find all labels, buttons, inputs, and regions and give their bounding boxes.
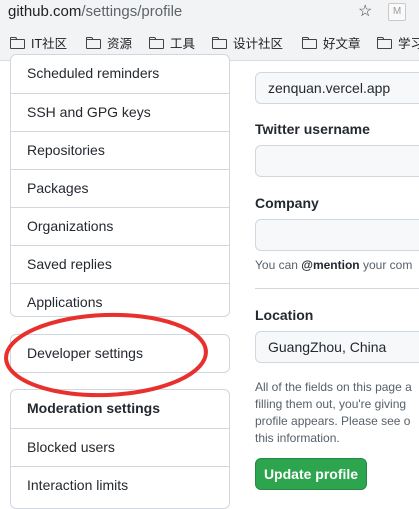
bookmark-label: 好文章 (323, 37, 361, 51)
url-field[interactable]: zenquan.vercel.app (255, 72, 419, 104)
folder-icon (86, 36, 101, 49)
location-field[interactable]: GuangZhou, China (255, 331, 419, 363)
folder-icon (212, 36, 227, 49)
url-host: github.com (8, 3, 82, 20)
bookmark-folder[interactable]: 工具 (149, 33, 195, 52)
bookmark-folder[interactable]: IT社区 (10, 33, 67, 52)
bookmark-label: 资源 (107, 37, 133, 51)
twitter-label: Twitter username (255, 121, 370, 137)
bookmark-folder[interactable]: 好文章 (302, 33, 361, 52)
disclaimer-line: All of the fields on this page a (255, 380, 412, 394)
sidebar-item-interaction-limits[interactable]: Interaction limits (11, 466, 229, 504)
url-text[interactable]: github.com/settings/profile (8, 3, 182, 20)
update-profile-button[interactable]: Update profile (255, 458, 367, 490)
folder-icon (377, 36, 392, 49)
bookmark-folder[interactable]: 学习 (377, 33, 419, 52)
extension-icon[interactable]: M (388, 3, 406, 21)
bookmark-label: 设计社区 (233, 37, 284, 51)
sidebar-item-blocked-users[interactable]: Blocked users (11, 428, 229, 466)
bookmark-label: IT社区 (31, 37, 68, 51)
company-field[interactable] (255, 219, 419, 251)
disclaimer-line: this information. (255, 431, 340, 445)
developer-settings-box: Developer settings (10, 334, 230, 373)
location-label: Location (255, 307, 314, 323)
sidebar-item-saved-replies[interactable]: Saved replies (11, 245, 229, 283)
section-divider (255, 288, 419, 289)
disclaimer-line: filling them out, you're giving (255, 397, 407, 411)
address-bar[interactable]: github.com/settings/profile ☆ M (0, 0, 419, 24)
bookmark-label: 工具 (170, 37, 196, 51)
sidebar-item-applications[interactable]: Applications (11, 283, 229, 321)
bookmark-label: 学习 (398, 37, 419, 51)
moderation-heading: Moderation settings (27, 400, 161, 416)
sidebar-item-repositories[interactable]: Repositories (11, 131, 229, 169)
folder-icon (149, 36, 164, 49)
company-label: Company (255, 195, 319, 211)
bookmark-folder[interactable]: 资源 (86, 33, 132, 52)
moderation-settings-box: Moderation settings Blocked users Intera… (10, 389, 230, 509)
settings-nav-group: Scheduled reminders SSH and GPG keys Rep… (10, 54, 230, 317)
sidebar-item-developer-settings[interactable]: Developer settings (11, 335, 229, 373)
bookmark-star-icon[interactable]: ☆ (358, 1, 372, 21)
url-path: /settings/profile (81, 3, 183, 20)
folder-icon (302, 36, 317, 49)
twitter-username-field[interactable] (255, 145, 419, 177)
disclaimer-line: profile appears. Please see o (255, 414, 411, 428)
sidebar-item-ssh-gpg-keys[interactable]: SSH and GPG keys (11, 93, 229, 131)
bookmark-folder[interactable]: 设计社区 (212, 33, 283, 52)
sidebar-item-packages[interactable]: Packages (11, 169, 229, 207)
folder-icon (10, 36, 25, 49)
sidebar-item-scheduled-reminders[interactable]: Scheduled reminders (11, 55, 229, 93)
company-note: You can @mention your com (255, 258, 413, 272)
sidebar-item-organizations[interactable]: Organizations (11, 207, 229, 245)
